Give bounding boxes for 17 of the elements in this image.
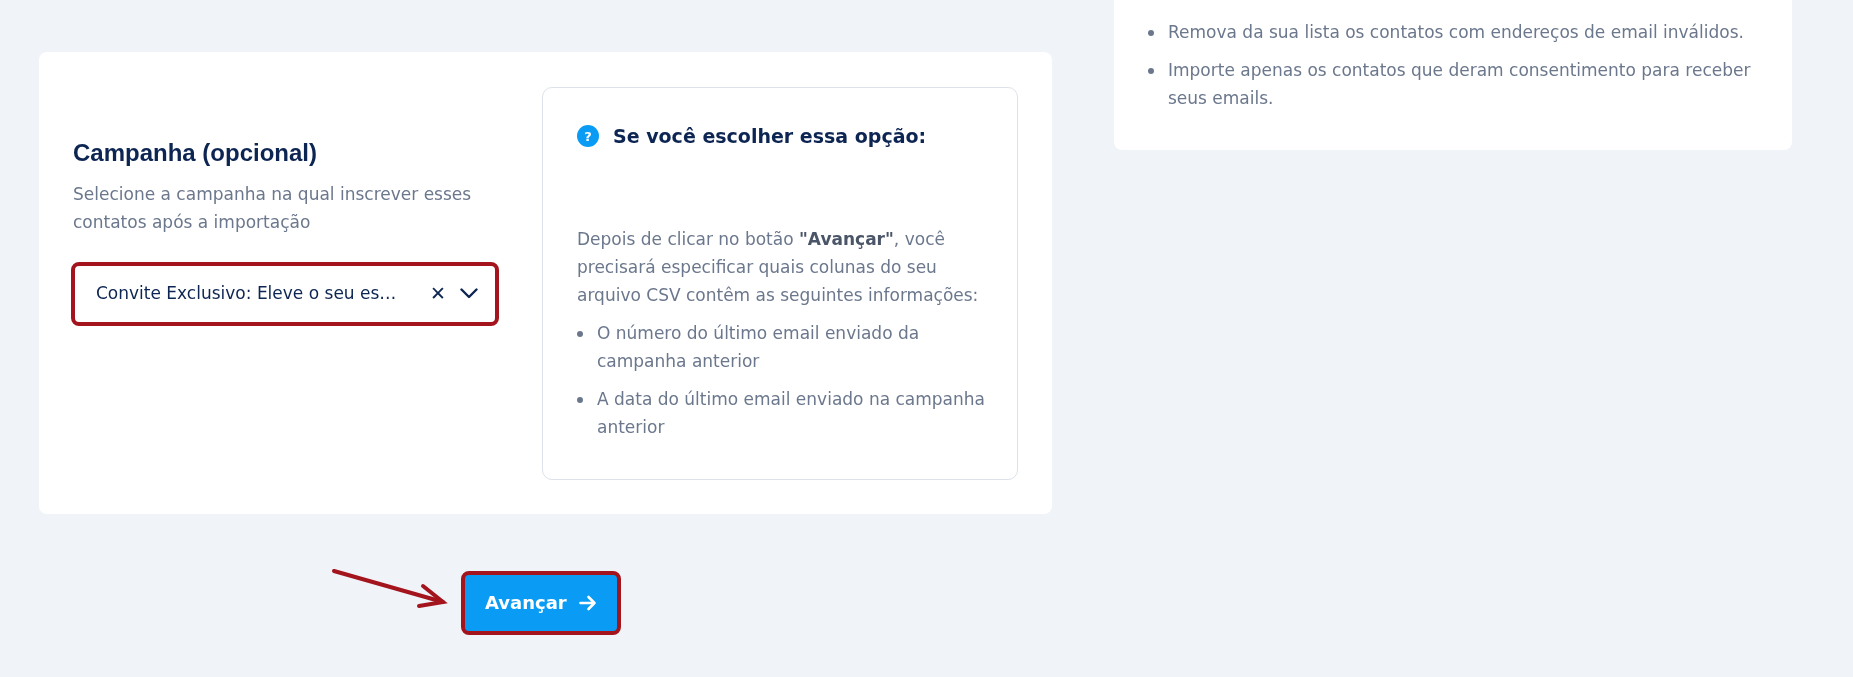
arrow-right-icon bbox=[578, 594, 597, 611]
section-description: Selecione a campanha na qual inscrever esses contatos após a importação bbox=[73, 182, 473, 234]
bullet-icon bbox=[1148, 30, 1154, 36]
list-item-text: Importe apenas os contatos que deram consentimento para receber seus emails. bbox=[1168, 59, 1752, 110]
info-title: Se você escolher essa opção: bbox=[613, 124, 927, 149]
bullet-icon bbox=[577, 330, 583, 337]
list-item-text: O número do último email enviado da campanha anterior bbox=[597, 321, 921, 373]
campaign-select[interactable]: Convite Exclusivo: Eleve o seu es… ✕ bbox=[73, 263, 497, 324]
info-text: Depois de clicar no botão "Avançar", você precisará especificar quais colunas do seu arquivo CSV contêm as seguintes informações: bbox=[577, 227, 980, 307]
list-item-text: Remova da sua lista os contatos com endereços de email inválidos. bbox=[1168, 21, 1744, 44]
list-item-text: A data do último email enviado na campanha anterior bbox=[597, 387, 986, 439]
bullet-icon bbox=[577, 396, 583, 403]
clear-button[interactable]: ✕ bbox=[430, 284, 446, 304]
section-title: Campanha (opcional) bbox=[73, 139, 319, 168]
bullet-icon bbox=[1148, 68, 1154, 74]
help-icon: ? bbox=[577, 125, 599, 148]
chevron-down-icon bbox=[460, 288, 478, 300]
